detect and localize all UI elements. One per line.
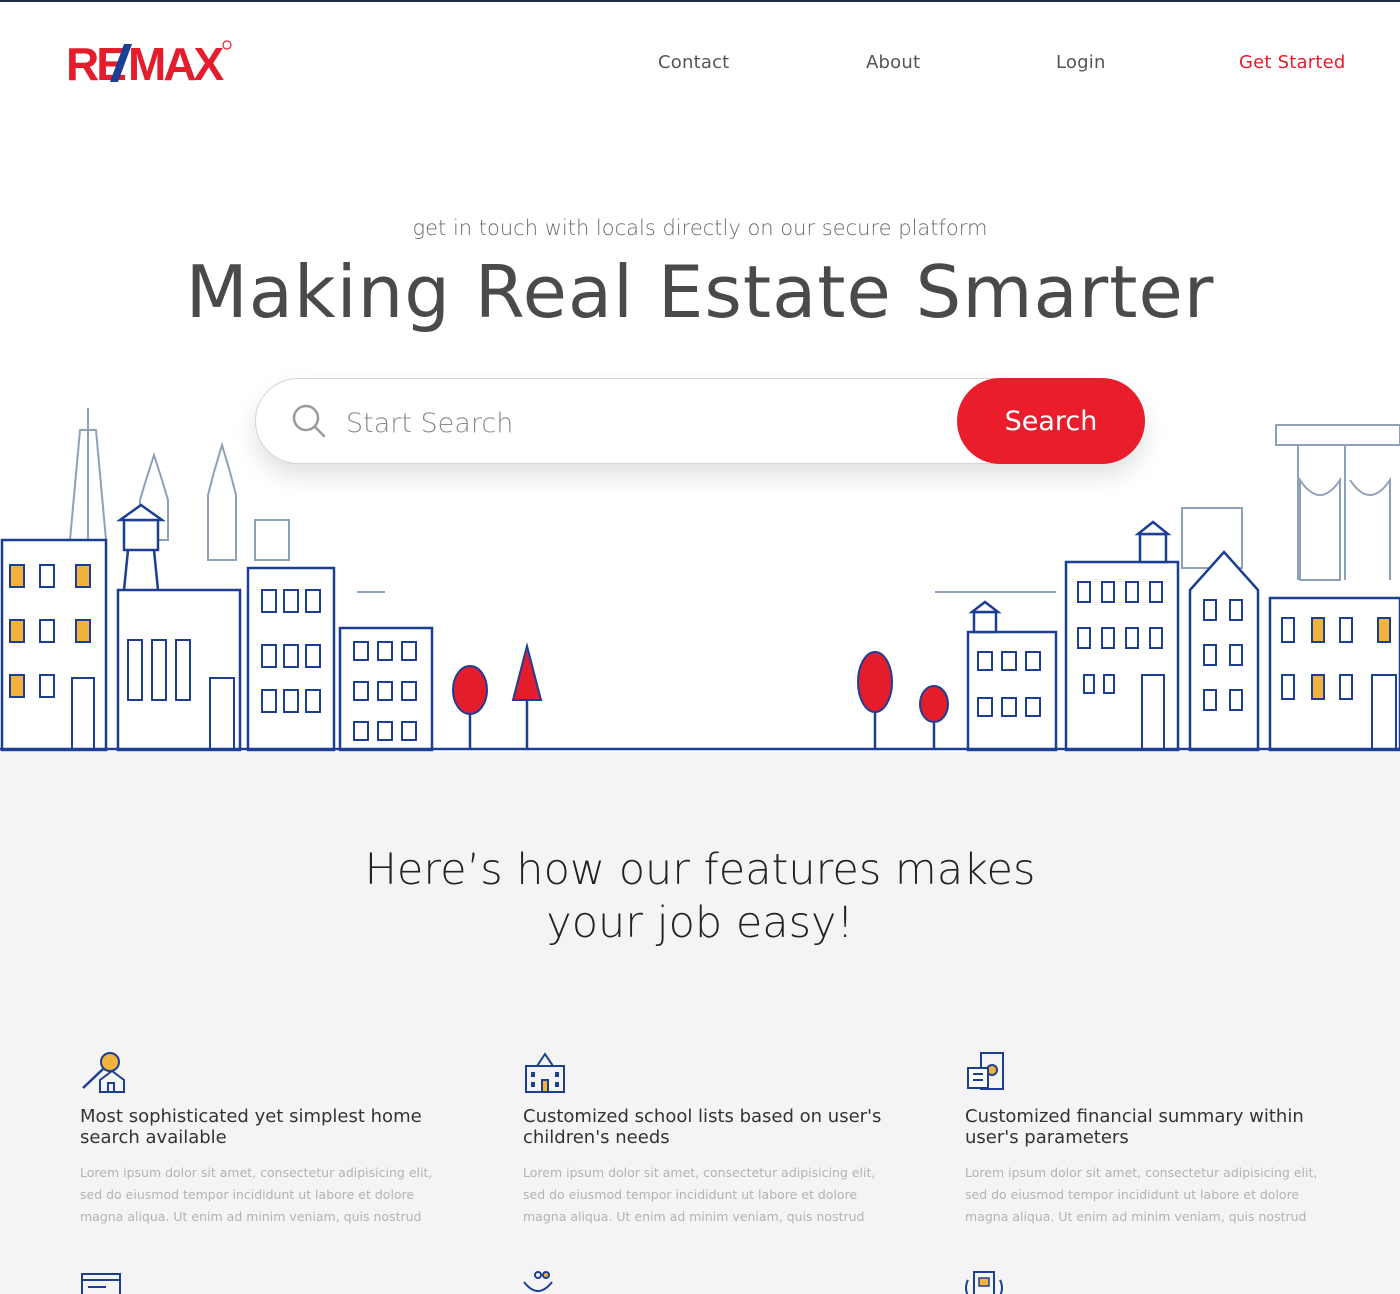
browser-window-icon bbox=[81, 1273, 121, 1294]
financial-summary-icon bbox=[967, 1052, 1004, 1090]
feature-description: Lorem ipsum dolor sit amet, consectetur … bbox=[523, 1165, 876, 1224]
features-section: Here’s how our features makes your job e… bbox=[0, 752, 1400, 1294]
feature-card: Customized school lists based on user's … bbox=[523, 1050, 888, 1228]
remax-logo[interactable]: RE MAX bbox=[66, 36, 236, 86]
search-bar: Search bbox=[255, 378, 1145, 464]
community-icon bbox=[523, 1271, 553, 1292]
search-button[interactable]: Search bbox=[957, 378, 1145, 464]
feature-title: Customized financial summary within user… bbox=[965, 1106, 1304, 1148]
feature-card: Customized financial summary within user… bbox=[965, 1050, 1330, 1228]
feature-description: Lorem ipsum dolor sit amet, consectetur … bbox=[80, 1165, 433, 1224]
feature-card: Most sophisticated yet simplest home sea… bbox=[80, 1050, 445, 1228]
feature-description: Lorem ipsum dolor sit amet, consectetur … bbox=[965, 1165, 1318, 1224]
mobile-device-icon bbox=[965, 1271, 1003, 1294]
feature-title: Most sophisticated yet simplest home sea… bbox=[80, 1106, 422, 1148]
nav-get-started[interactable]: Get Started bbox=[1239, 52, 1345, 73]
feature-title: Customized school lists based on user's … bbox=[523, 1106, 882, 1148]
top-border bbox=[0, 0, 1400, 2]
features-title: Here’s how our features makes your job e… bbox=[364, 845, 1036, 948]
school-icon bbox=[525, 1052, 565, 1093]
nav-contact[interactable]: Contact bbox=[658, 52, 729, 73]
search-input[interactable] bbox=[344, 397, 948, 449]
hero-title: Making Real Estate Smarter bbox=[185, 250, 1215, 334]
svg-text:MAX: MAX bbox=[128, 38, 225, 86]
nav-about[interactable]: About bbox=[866, 52, 920, 73]
home-search-icon bbox=[82, 1052, 125, 1093]
search-icon bbox=[292, 404, 326, 438]
nav-login[interactable]: Login bbox=[1056, 52, 1106, 73]
hero-tagline: get in touch with locals directly on our… bbox=[412, 216, 988, 240]
